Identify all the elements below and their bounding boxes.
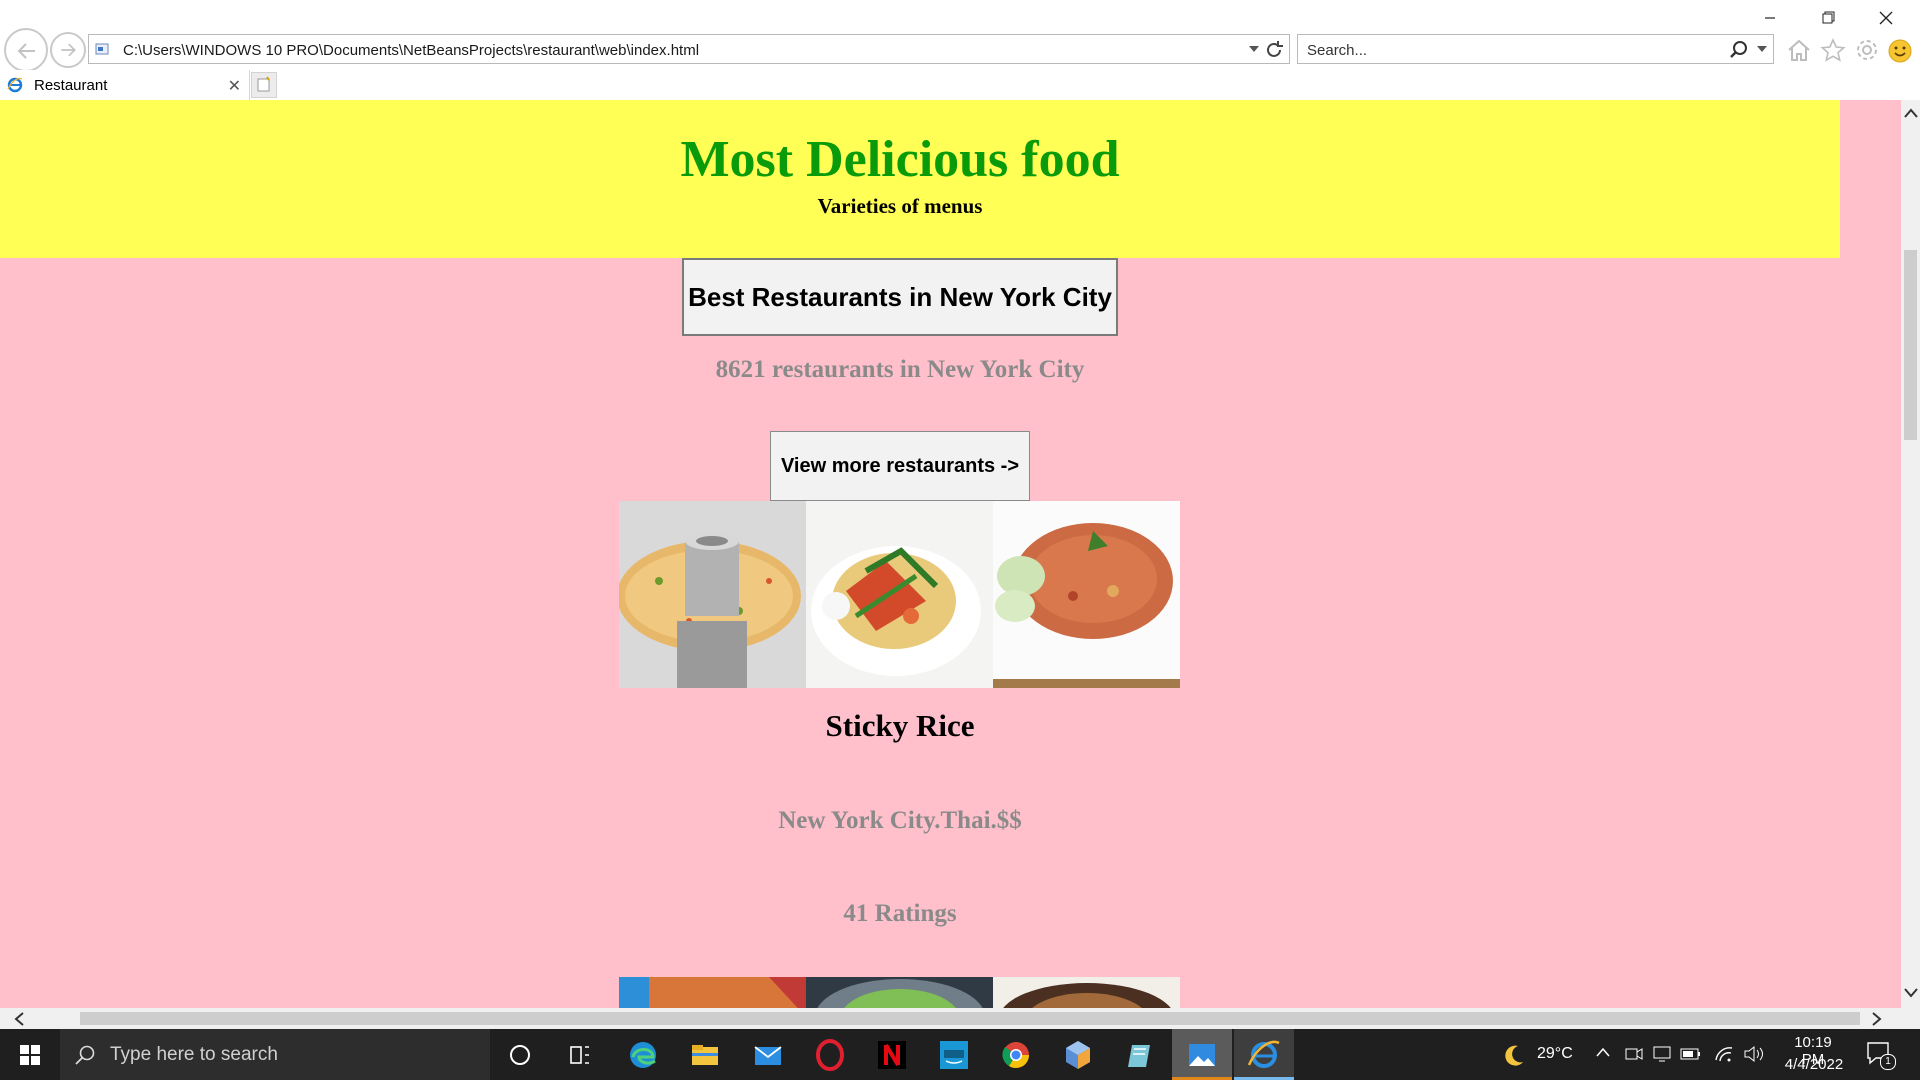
mail-icon[interactable] — [750, 1037, 786, 1073]
search-icon — [75, 1045, 95, 1065]
vertical-scrollbar[interactable] — [1901, 100, 1920, 1008]
star-icon[interactable] — [1820, 38, 1846, 62]
arrow-right-icon — [61, 43, 76, 57]
refresh-icon[interactable] — [1263, 39, 1285, 61]
notes-app-icon[interactable] — [1122, 1037, 1158, 1073]
food-image-soup[interactable] — [619, 501, 806, 688]
chevron-down-icon[interactable] — [1904, 988, 1918, 998]
food-image[interactable] — [806, 977, 993, 1008]
chevron-down-icon[interactable] — [1249, 46, 1259, 52]
food-image[interactable] — [619, 977, 806, 1008]
weather-moon-icon[interactable] — [1500, 1042, 1526, 1068]
taskbar-search[interactable]: Type here to search — [60, 1029, 490, 1080]
task-view-icon[interactable] — [562, 1037, 598, 1073]
wifi-icon[interactable] — [1714, 1044, 1734, 1064]
meet-now-icon[interactable] — [1624, 1044, 1644, 1064]
restaurant-count: 8621 restaurants in New York City — [715, 356, 1085, 383]
minimize-icon[interactable] — [1750, 6, 1790, 30]
dish-info: New York City.Thai.$$ — [778, 807, 1022, 834]
chevron-up-icon[interactable] — [1904, 108, 1918, 118]
food-image[interactable] — [993, 977, 1180, 1008]
back-button[interactable] — [4, 28, 48, 72]
clock-date[interactable]: 4/4/2022 — [1779, 1056, 1849, 1073]
cortana-icon[interactable] — [502, 1037, 538, 1073]
best-restaurants-button[interactable]: Best Restaurants in New York City — [682, 258, 1118, 336]
start-button[interactable] — [0, 1029, 60, 1080]
food-gallery-second — [619, 977, 1182, 1008]
volume-icon[interactable] — [1743, 1044, 1765, 1064]
tab-restaurant[interactable]: Restaurant ✕ — [0, 70, 250, 100]
address-bar[interactable]: C:\Users\WINDOWS 10 PRO\Documents\NetBea… — [88, 34, 1290, 64]
search-bar[interactable]: Search... — [1297, 34, 1774, 64]
horizontal-scrollbar[interactable] — [0, 1008, 1901, 1029]
page-content: Most Delicious food Varieties of menus B… — [0, 100, 1901, 1008]
opera-icon[interactable] — [812, 1037, 848, 1073]
page-header: Most Delicious food Varieties of menus — [0, 100, 1840, 258]
restore-icon[interactable] — [1808, 6, 1848, 30]
page-subtitle: Varieties of menus — [817, 194, 983, 218]
chevron-right-icon[interactable] — [1872, 1012, 1882, 1026]
new-tab-button[interactable] — [251, 72, 277, 98]
chevron-down-icon[interactable] — [1757, 46, 1767, 52]
netflix-icon[interactable] — [874, 1037, 910, 1073]
search-icon[interactable] — [1729, 40, 1749, 60]
smiley-icon[interactable] — [1887, 38, 1913, 64]
taskbar-search-text[interactable]: Type here to search — [110, 1044, 278, 1066]
network-display-icon[interactable] — [1652, 1044, 1672, 1064]
photos-app-active[interactable] — [1172, 1029, 1232, 1080]
ie-icon — [1247, 1040, 1280, 1068]
gear-icon[interactable] — [1854, 38, 1880, 62]
tab-label: Restaurant — [34, 77, 108, 94]
edge-icon[interactable] — [625, 1037, 661, 1073]
page-icon — [95, 43, 109, 55]
tab-close-icon[interactable]: ✕ — [228, 76, 241, 96]
address-text[interactable]: C:\Users\WINDOWS 10 PRO\Documents\NetBea… — [123, 42, 699, 59]
food-image-fried-rice[interactable] — [993, 501, 1180, 688]
taskbar: Type here to search 29°C 10:19 PM 4/4/20… — [0, 1029, 1920, 1080]
food-image-papaya-salad[interactable] — [806, 501, 993, 688]
browser-chrome: C:\Users\WINDOWS 10 PRO\Documents\NetBea… — [0, 0, 1920, 100]
ie-app-active[interactable] — [1234, 1029, 1294, 1080]
prime-video-icon[interactable] — [936, 1037, 972, 1073]
vertical-scroll-thumb[interactable] — [1904, 250, 1917, 440]
forward-button[interactable] — [50, 32, 86, 68]
arrow-left-icon — [17, 43, 35, 59]
chevron-left-icon[interactable] — [14, 1012, 24, 1026]
food-gallery — [619, 501, 1182, 688]
file-explorer-icon[interactable] — [687, 1037, 723, 1073]
windows-icon — [20, 1045, 40, 1065]
chevron-up-icon[interactable] — [1596, 1047, 1610, 1057]
battery-icon[interactable] — [1680, 1045, 1702, 1063]
horizontal-scroll-thumb[interactable] — [80, 1012, 1860, 1025]
virtualbox-icon[interactable] — [1060, 1037, 1096, 1073]
ie-icon — [7, 77, 23, 93]
photos-icon — [1189, 1044, 1215, 1066]
home-icon[interactable] — [1786, 38, 1812, 62]
notification-center-button[interactable]: 1 — [1866, 1041, 1896, 1070]
page-title: Most Delicious food — [680, 131, 1120, 188]
scrollbar-corner — [1901, 1008, 1920, 1029]
notification-count-badge: 1 — [1880, 1054, 1896, 1070]
chrome-icon[interactable] — [998, 1037, 1034, 1073]
close-icon[interactable] — [1866, 6, 1906, 30]
new-tab-icon — [257, 76, 270, 92]
search-input[interactable]: Search... — [1307, 42, 1367, 59]
view-more-restaurants-button[interactable]: View more restaurants -> — [770, 431, 1030, 501]
weather-temperature[interactable]: 29°C — [1537, 1045, 1573, 1063]
dish-ratings: 41 Ratings — [843, 900, 957, 927]
dish-name: Sticky Rice — [825, 708, 975, 743]
